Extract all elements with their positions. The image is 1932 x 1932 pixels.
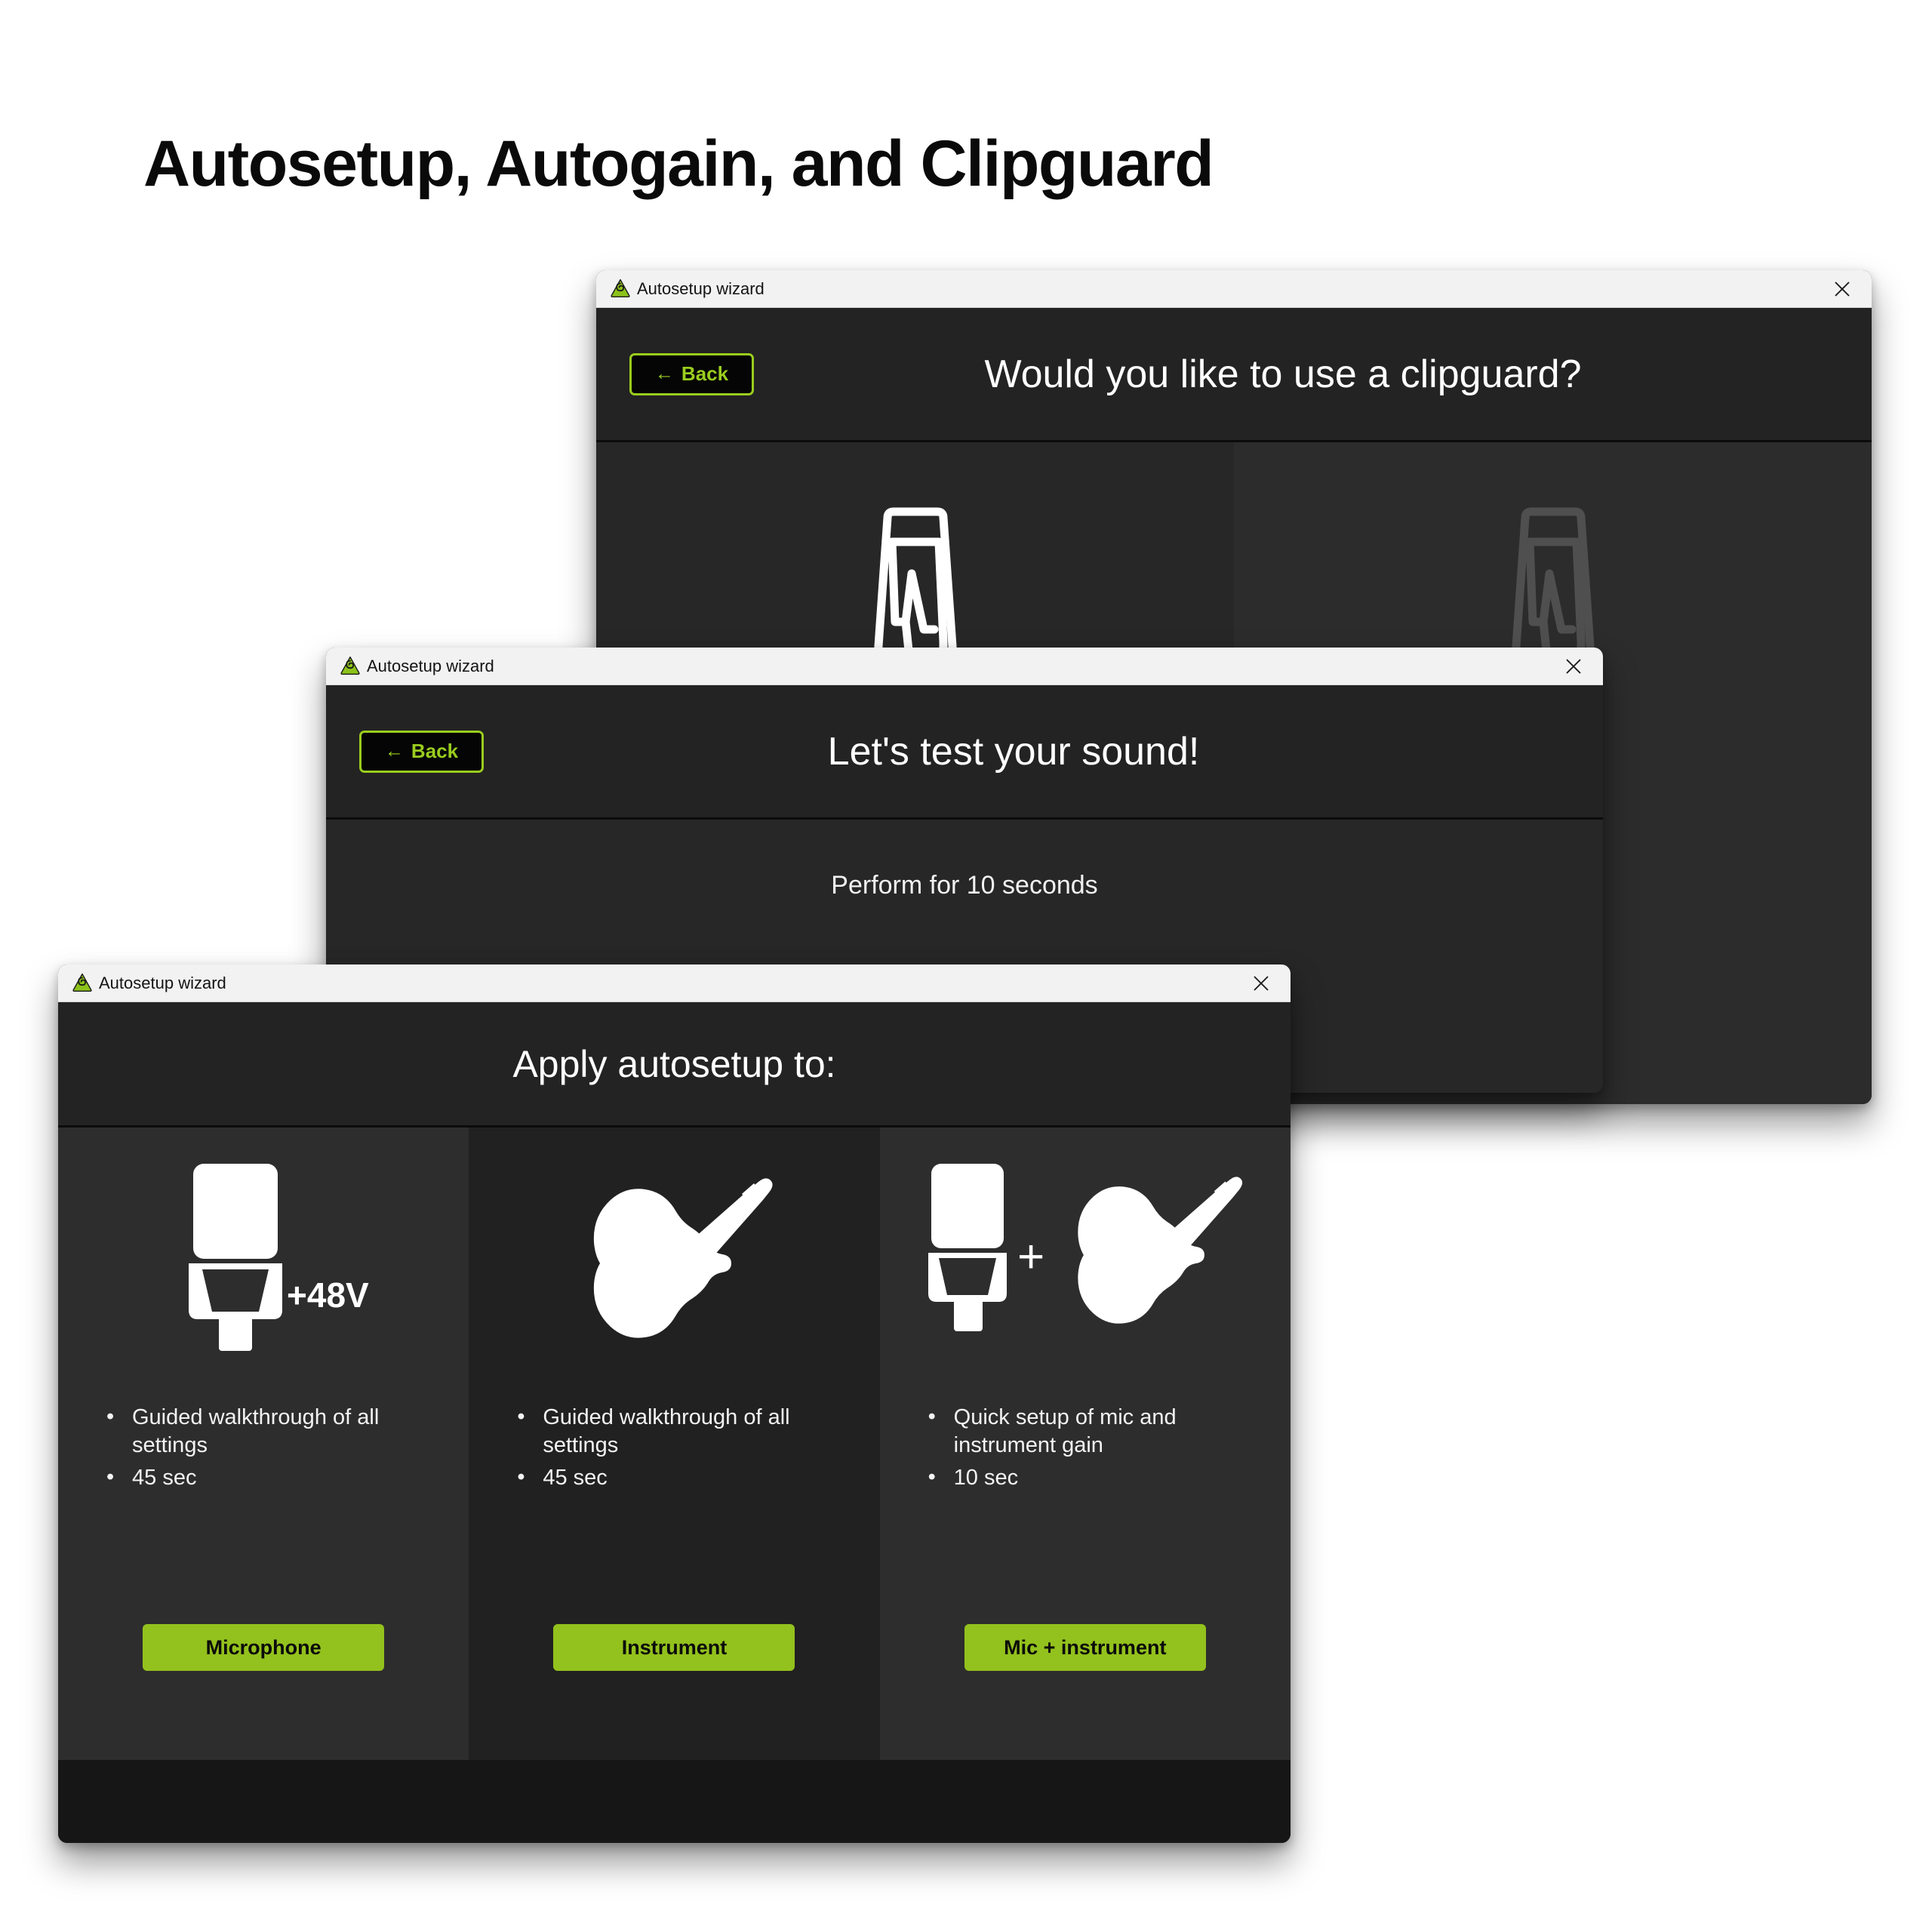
list-item: Quick setup of mic and instrument gain bbox=[927, 1403, 1244, 1460]
autosetup-card-microphone[interactable]: +48V Guided walkthrough of all settings … bbox=[58, 1128, 469, 1760]
titlebar-test-sound: Autosetup wizard bbox=[326, 648, 1603, 685]
phantom-power-badge: +48V bbox=[287, 1275, 369, 1315]
microphone-icon-zone: +48V bbox=[58, 1128, 469, 1369]
autosetup-card-mic-instrument[interactable]: + Quick setup of mic and instrument gain… bbox=[879, 1128, 1291, 1760]
plus-glyph: + bbox=[1017, 1231, 1044, 1283]
clipguard-heading: Would you like to use a clipguard? bbox=[984, 352, 1582, 396]
microphone-bullets: Guided walkthrough of all settings 45 se… bbox=[58, 1403, 469, 1517]
window-apply-autosetup: Autosetup wizard Apply autosetup to: +48… bbox=[58, 964, 1291, 1843]
mic-instrument-button[interactable]: Mic + instrument bbox=[964, 1624, 1206, 1671]
close-icon[interactable] bbox=[1561, 654, 1586, 679]
page-title: Autosetup, Autogain, and Clipguard bbox=[143, 128, 1214, 200]
instrument-bullets: Guided walkthrough of all settings 45 se… bbox=[469, 1403, 879, 1517]
list-item: 45 sec bbox=[515, 1463, 832, 1492]
clipguard-header: ← Back Would you like to use a clipguard… bbox=[596, 308, 1872, 442]
back-arrow-icon: ← bbox=[384, 740, 404, 761]
mic-plus-guitar-icon-zone: + bbox=[880, 1128, 1291, 1369]
list-item: Guided walkthrough of all settings bbox=[105, 1403, 422, 1460]
test-sound-heading: Let's test your sound! bbox=[827, 729, 1200, 774]
instrument-button[interactable]: Instrument bbox=[553, 1624, 795, 1671]
apply-autosetup-header: Apply autosetup to: bbox=[58, 1002, 1291, 1128]
microphone-icon: +48V bbox=[189, 1164, 369, 1351]
apply-autosetup-heading: Apply autosetup to: bbox=[512, 1042, 836, 1085]
autosetup-card-instrument[interactable]: Guided walkthrough of all settings 45 se… bbox=[469, 1128, 880, 1760]
titlebar-app-name: Autosetup wizard bbox=[367, 656, 494, 675]
electric-guitar-icon bbox=[1078, 1177, 1242, 1324]
close-icon[interactable] bbox=[1248, 971, 1274, 996]
titlebar-app-name: Autosetup wizard bbox=[99, 973, 226, 992]
microphone-icon bbox=[928, 1164, 1007, 1331]
microphone-plus-guitar-icon: + bbox=[928, 1164, 1242, 1331]
back-button-clipguard[interactable]: ← Back bbox=[629, 352, 754, 395]
microphone-button[interactable]: Microphone bbox=[143, 1624, 385, 1671]
test-sound-subtitle: Perform for 10 seconds bbox=[831, 871, 1098, 900]
back-button-test-sound[interactable]: ← Back bbox=[359, 730, 484, 773]
focusrite-spiral-logo-icon bbox=[340, 656, 361, 677]
focusrite-spiral-logo-icon bbox=[610, 278, 631, 300]
titlebar-app-name: Autosetup wizard bbox=[637, 278, 764, 298]
test-sound-header: ← Back Let's test your sound! bbox=[326, 685, 1603, 820]
back-arrow-icon: ← bbox=[654, 363, 674, 384]
screenshot-stage: Autosetup, Autogain, and Clipguard Autos… bbox=[0, 0, 1932, 1932]
list-item: Guided walkthrough of all settings bbox=[515, 1403, 832, 1460]
back-button-label: Back bbox=[411, 740, 459, 762]
close-icon[interactable] bbox=[1829, 276, 1855, 302]
titlebar-clipguard: Autosetup wizard bbox=[596, 270, 1872, 308]
autosetup-option-cards: +48V Guided walkthrough of all settings … bbox=[58, 1128, 1291, 1760]
guitar-icon-zone bbox=[469, 1128, 879, 1369]
titlebar-apply-autosetup: Autosetup wizard bbox=[58, 964, 1291, 1002]
back-button-label: Back bbox=[681, 362, 729, 385]
list-item: 45 sec bbox=[105, 1463, 422, 1492]
electric-guitar-icon bbox=[594, 1178, 774, 1338]
mic-instrument-bullets: Quick setup of mic and instrument gain 1… bbox=[880, 1403, 1291, 1517]
autosetup-footer-bar bbox=[58, 1760, 1291, 1843]
focusrite-spiral-logo-icon bbox=[72, 973, 93, 994]
list-item: 10 sec bbox=[927, 1463, 1244, 1492]
